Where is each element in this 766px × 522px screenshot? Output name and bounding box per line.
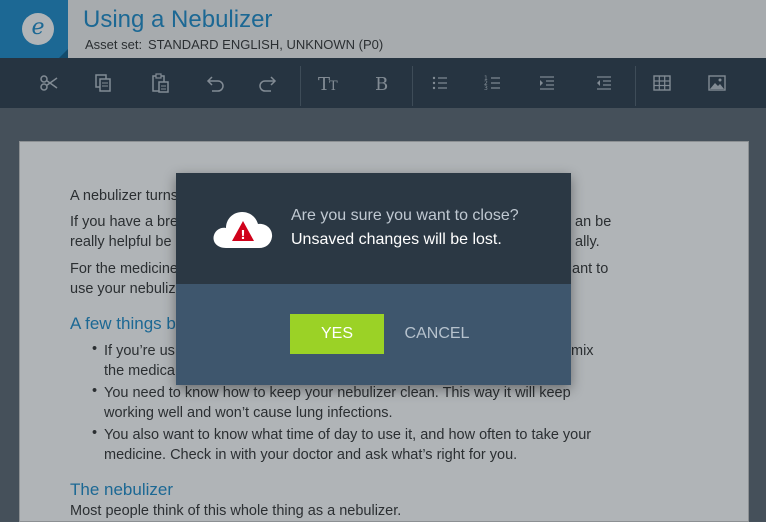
- cloud-warning-icon: !: [213, 212, 273, 248]
- warning-mark: !: [240, 228, 245, 242]
- yes-button[interactable]: YES: [290, 314, 384, 354]
- dialog-question: Are you sure you want to close?: [291, 207, 519, 224]
- dialog-message-area: ! Are you sure you want to close? Unsave…: [176, 173, 571, 284]
- dialog-warning-text: Unsaved changes will be lost.: [291, 231, 502, 248]
- cancel-button[interactable]: CANCEL: [397, 314, 477, 354]
- close-confirm-dialog: ! Are you sure you want to close? Unsave…: [176, 173, 571, 385]
